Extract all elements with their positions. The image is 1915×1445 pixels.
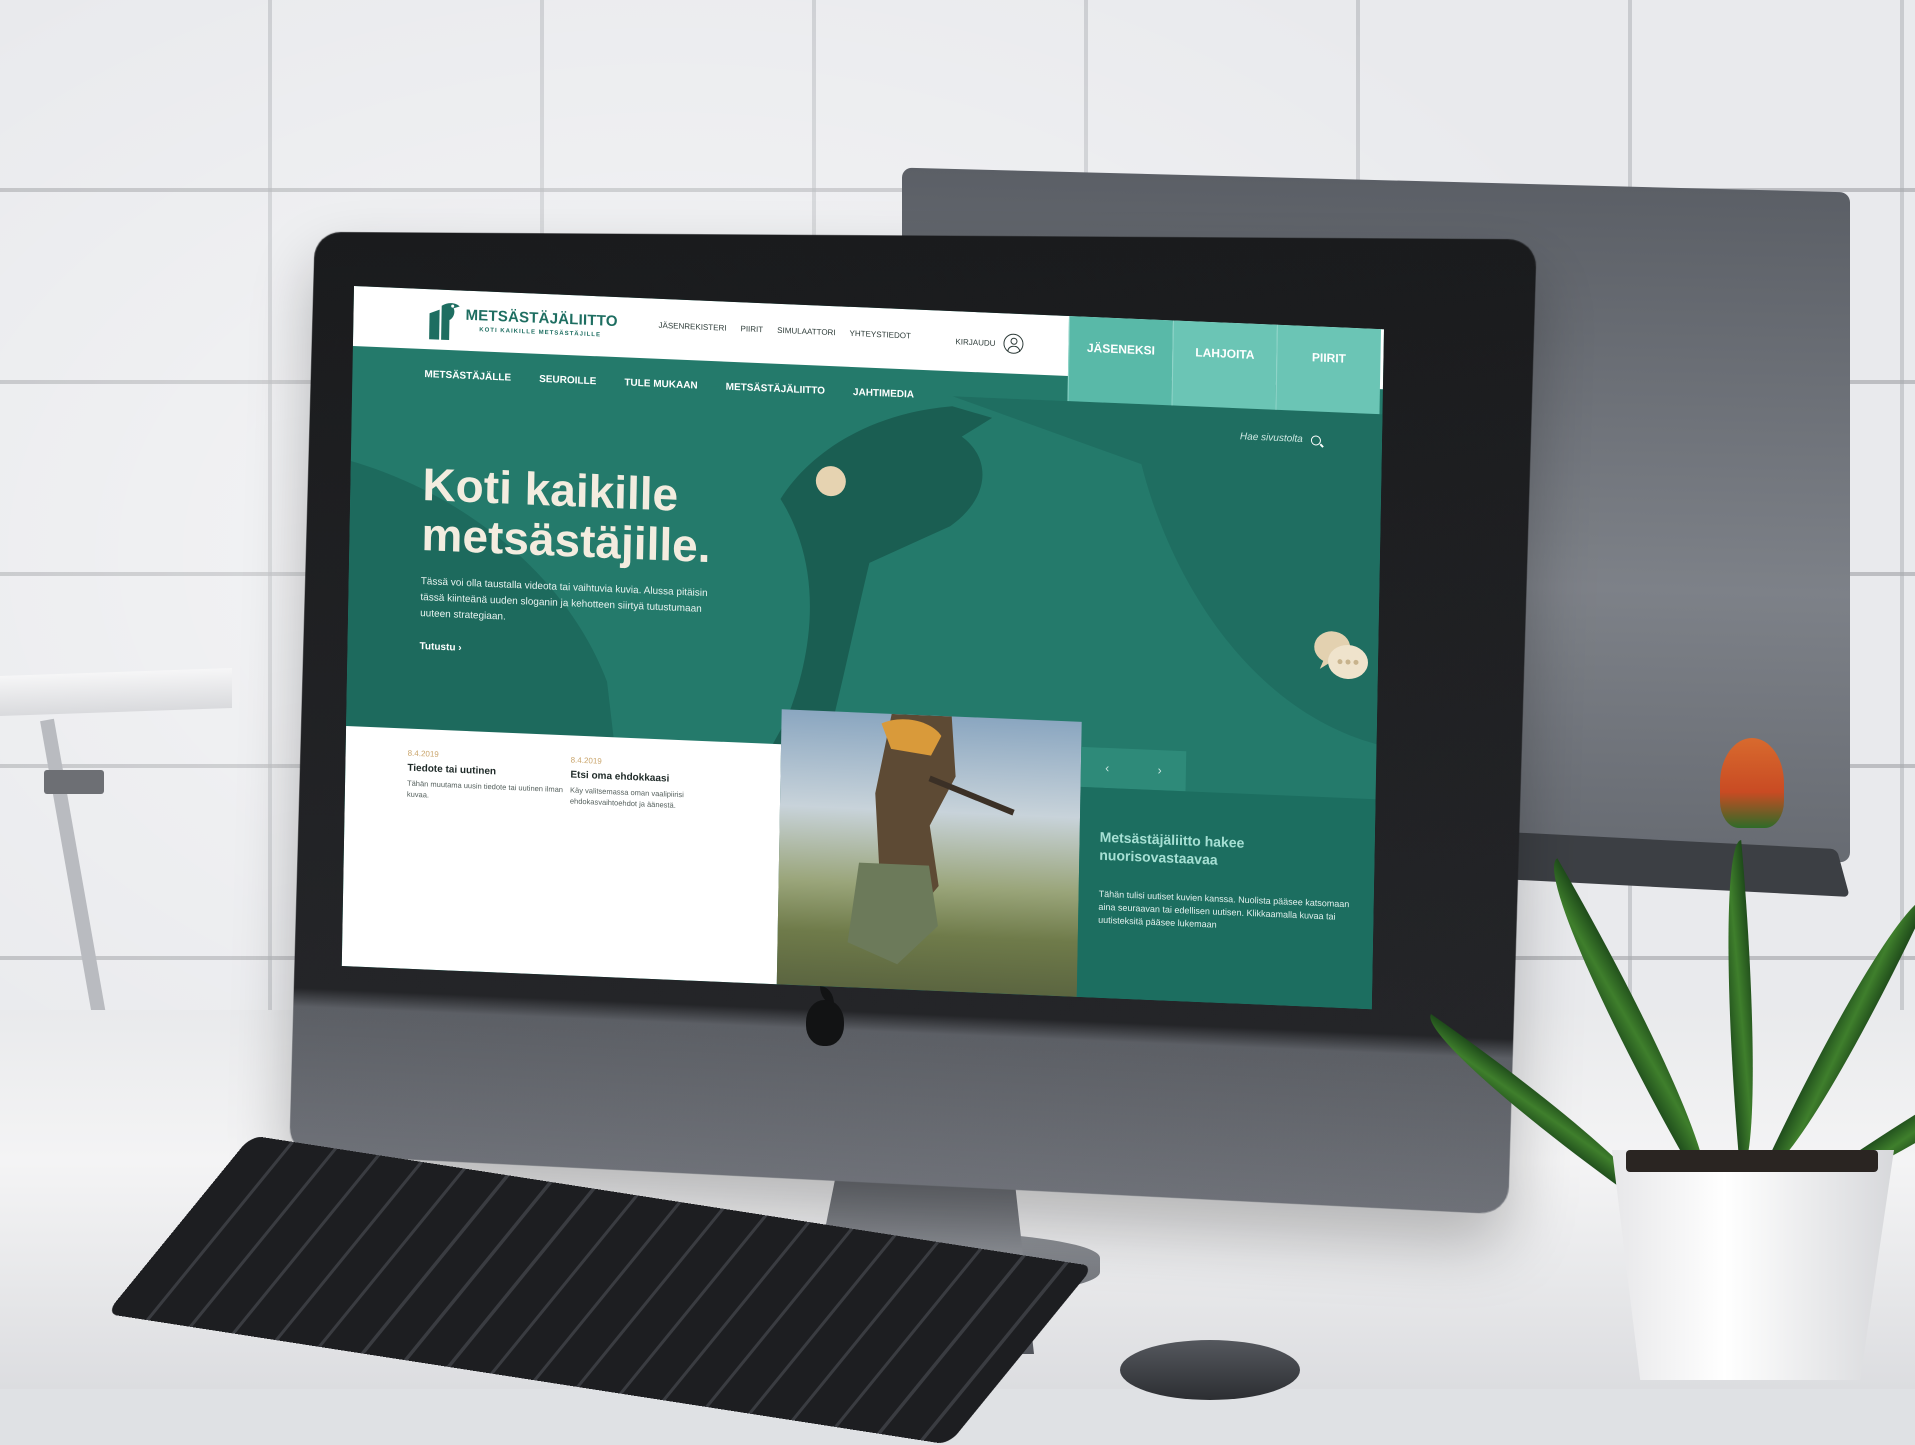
news-text: Käy valitsemassa oman vaalipiirisi ehdok…	[569, 785, 684, 810]
featured-news-text: Tähän tulisi uutiset kuvien kanssa. Nuol…	[1098, 888, 1350, 930]
hero-cta-link[interactable]: Tutustu ›	[419, 641, 461, 654]
news-item[interactable]: 8.4.2019 Etsi oma ehdokkaasi Käy valitse…	[570, 755, 731, 813]
chat-icon[interactable]	[1310, 626, 1371, 689]
login-label: KIRJAUDU	[955, 336, 996, 348]
featured-news-title[interactable]: Metsästäjäliitto hakee nuorisovastaavaa	[1099, 828, 1340, 874]
apple-logo	[806, 1000, 844, 1046]
site-logo[interactable]: METSÄSTÄJÄLIITTO KOTI KAIKILLE METSÄSTÄJ…	[425, 299, 626, 351]
logo-title: METSÄSTÄJÄLIITTO	[465, 306, 618, 331]
featured-news[interactable]: Metsästäjäliitto hakee nuorisovastaavaa …	[1076, 786, 1376, 1010]
news-date: 8.4.2019	[407, 748, 439, 759]
cta-tab-jaseneksi[interactable]: JÄSENEKSI	[1067, 316, 1173, 406]
hero-title: Koti kaikille metsästäjille.	[421, 458, 823, 576]
utility-nav-yhteystiedot[interactable]: YHTEYSTIEDOT	[850, 329, 912, 341]
cta-tab-piirit[interactable]: PIIRIT	[1275, 324, 1381, 415]
website-screen: METSÄSTÄJÄLIITTO KOTI KAIKILLE METSÄSTÄJ…	[341, 286, 1384, 1010]
mouse	[1120, 1340, 1300, 1400]
news-date: 8.4.2019	[570, 755, 602, 766]
login-link[interactable]: KIRJAUDU	[955, 331, 1024, 355]
utility-nav-jasenrekisteri[interactable]: JÄSENREKISTERI	[658, 321, 726, 333]
plant-pot	[1612, 1150, 1894, 1380]
plant-flower	[1720, 738, 1784, 828]
hunter-figure	[847, 713, 1015, 965]
news-item[interactable]: 8.4.2019 Tiedote tai uutinen Tähän muuta…	[407, 749, 568, 807]
main-nav-seuroille[interactable]: SEUROILLE	[539, 374, 596, 387]
user-icon	[1003, 333, 1024, 355]
utility-nav-piirit[interactable]: PIIRIT	[740, 324, 763, 334]
cta-tab-lahjoita[interactable]: LAHJOITA	[1171, 320, 1277, 410]
cta-tabs: JÄSENEKSI LAHJOITA PIIRIT	[1067, 316, 1381, 415]
utility-nav-simulaattori[interactable]: SIMULAATTORI	[777, 326, 836, 337]
carousel-prev-button[interactable]: ‹	[1105, 761, 1109, 775]
side-table-clip	[44, 770, 104, 794]
search-icon[interactable]	[1310, 434, 1321, 446]
plant-soil	[1626, 1150, 1878, 1172]
side-table	[0, 667, 232, 717]
utility-nav: JÄSENREKISTERI PIIRIT SIMULAATTORI YHTEY…	[658, 321, 911, 341]
logo-tagline: KOTI KAIKILLE METSÄSTÄJILLE	[479, 327, 602, 339]
news-strip: 8.4.2019 Tiedote tai uutinen Tähän muuta…	[341, 726, 782, 985]
carousel-controls: ‹ ›	[1080, 746, 1187, 792]
news-text: Tähän muutama uusin tiedote tai uutinen …	[406, 778, 564, 800]
hunter-photo[interactable]	[776, 709, 1082, 997]
carousel-next-button[interactable]: ›	[1158, 763, 1162, 777]
bird-logo-icon	[429, 303, 460, 341]
